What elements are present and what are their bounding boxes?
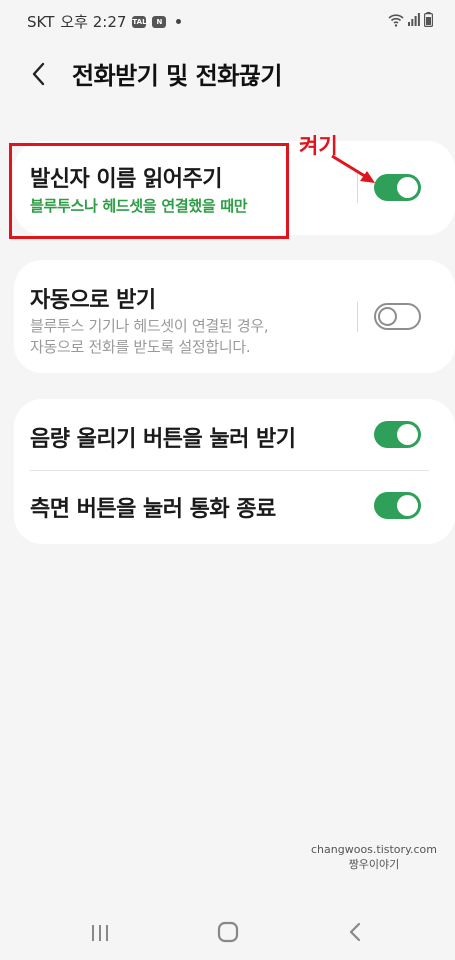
setting-title: 자동으로 받기 [30, 288, 156, 313]
auto-answer-toggle[interactable] [374, 303, 421, 330]
divider [357, 302, 358, 332]
watermark-site: changwoos.tistory.com [311, 843, 437, 856]
recent-apps-button[interactable] [80, 917, 120, 947]
wifi-icon [388, 13, 404, 27]
talk-icon: TALK [132, 15, 152, 28]
setting-title: 음량 올리기 버튼을 눌러 받기 [30, 427, 296, 452]
status-bar: SKT 오후 2:27 TALK N [0, 0, 455, 40]
back-nav-button[interactable] [336, 917, 376, 947]
chevron-left-icon [32, 62, 45, 86]
status-bar-right [388, 12, 433, 27]
page-title: 전화받기 및 전화끊기 [72, 62, 282, 90]
watermark-name: 짱우이야기 [348, 858, 400, 871]
highlight-box [9, 143, 289, 239]
status-bar-left: SKT 오후 2:27 TALK N [27, 11, 182, 32]
watermark: changwoos.tistory.com 짱우이야기 [311, 842, 437, 872]
settings-card-buttons: 음량 올리기 버튼을 눌러 받기 측면 버튼을 눌러 통화 종료 [14, 399, 455, 544]
settings-card-auto-answer: 자동으로 받기 블루투스 기기나 헤드셋이 연결된 경우, 자동으로 전화를 받… [14, 260, 455, 373]
recent-apps-icon [92, 925, 108, 941]
setting-subtitle-line-2: 자동으로 전화를 받도록 설정합니다. [30, 338, 251, 356]
setting-row-side-button-end[interactable]: 측면 버튼을 눌러 통화 종료 [14, 471, 444, 544]
volume-answer-toggle[interactable] [374, 421, 421, 448]
back-icon [349, 922, 361, 942]
arrow-icon [331, 154, 375, 183]
carrier-label: SKT [27, 12, 55, 31]
caller-name-toggle[interactable] [374, 174, 421, 201]
setting-title: 측면 버튼을 눌러 통화 종료 [30, 497, 276, 522]
setting-subtitle-line-1: 블루투스 기기나 헤드셋이 연결된 경우, [30, 317, 269, 335]
home-button[interactable] [208, 917, 248, 947]
header: 전화받기 및 전화끊기 [0, 52, 455, 96]
side-button-end-toggle[interactable] [374, 492, 421, 519]
navigation-bar [0, 905, 455, 960]
more-notifications-icon [176, 19, 182, 24]
signal-icon [408, 13, 420, 26]
back-button[interactable] [26, 58, 54, 90]
battery-icon [424, 12, 433, 27]
setting-row-volume-answer[interactable]: 음량 올리기 버튼을 눌러 받기 [14, 399, 444, 470]
clock: 오후 2:27 [60, 13, 127, 31]
notification-icon: N [152, 15, 167, 28]
home-icon [217, 921, 239, 943]
setting-row-auto-answer[interactable]: 자동으로 받기 블루투스 기기나 헤드셋이 연결된 경우, 자동으로 전화를 받… [14, 260, 444, 373]
